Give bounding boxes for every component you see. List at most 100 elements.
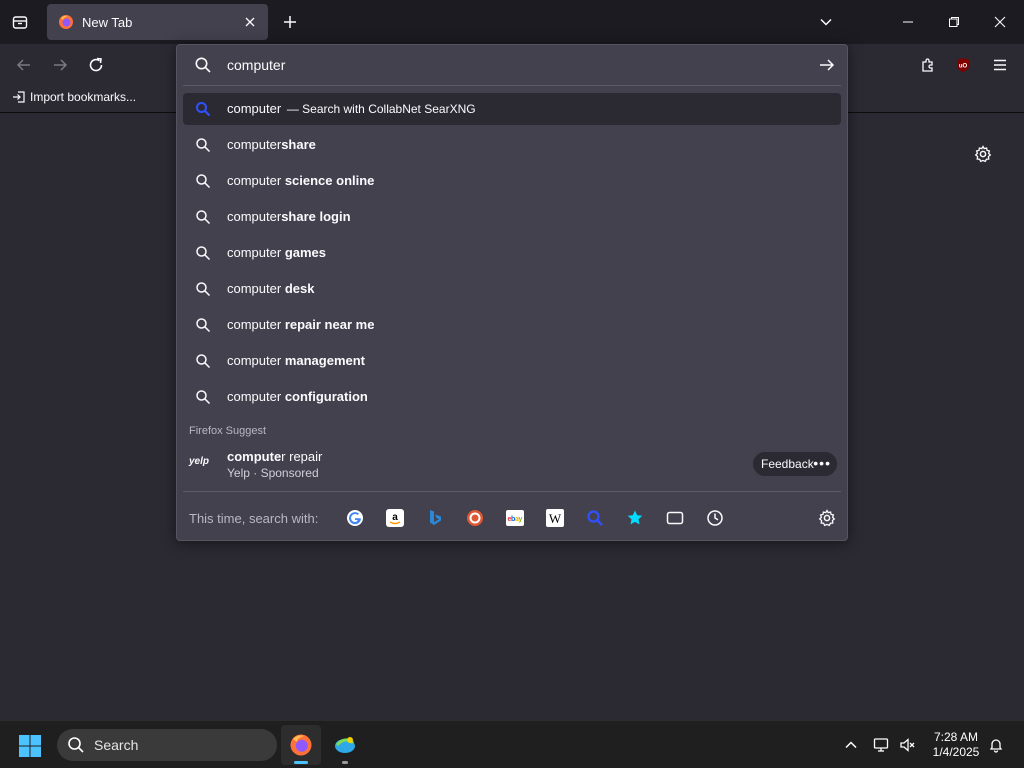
urlbar-input[interactable]: computer [227, 57, 285, 73]
svg-text:W: W [549, 511, 562, 526]
suggestion-row[interactable]: computer science online [183, 165, 841, 197]
search-icon [196, 354, 211, 369]
extensions-button[interactable] [915, 52, 941, 78]
suggestion-typed: computer [227, 353, 282, 368]
arrow-right-icon [54, 59, 68, 71]
suggestion-typed: computer [227, 209, 282, 224]
taskbar: Search 7:28 AM 1/4/2025 [0, 720, 1024, 768]
feedback-button[interactable]: Feedback ••• [753, 452, 837, 476]
suggestion-row[interactable]: computershare [183, 129, 841, 161]
taskbar-clock[interactable]: 7:28 AM 1/4/2025 [926, 730, 986, 760]
reload-button[interactable] [83, 52, 109, 78]
search-settings-button[interactable] [817, 508, 837, 528]
searxng-icon[interactable] [585, 508, 605, 528]
urlbar-popup: computer computer — Search with CollabNe… [176, 44, 848, 541]
suggestion-text: computer management [227, 353, 365, 368]
arrow-right-icon [820, 59, 835, 71]
search-icon [196, 210, 211, 225]
google-icon[interactable] [345, 508, 365, 528]
list-all-tabs-button[interactable] [814, 10, 838, 34]
plus-icon [284, 16, 296, 28]
suggestion-row[interactable]: computer games [183, 237, 841, 269]
suggestion-text: computer games [227, 245, 326, 260]
tab-new-tab[interactable]: New Tab [47, 4, 268, 40]
close-tab-icon[interactable] [240, 12, 260, 32]
chevron-up-icon[interactable] [841, 735, 861, 755]
tabs-icon[interactable] [665, 508, 685, 528]
sponsored-subtitle: Yelp · Sponsored [227, 466, 319, 480]
app-menu-button[interactable] [987, 52, 1013, 78]
taskbar-network-app[interactable] [325, 725, 365, 765]
suggestion-typed: computer [227, 137, 282, 152]
clock-date: 1/4/2025 [932, 745, 980, 759]
forward-button[interactable] [47, 52, 73, 78]
suggestion-row[interactable]: computer configuration [183, 381, 841, 413]
back-button[interactable] [11, 52, 37, 78]
notification-bell-icon[interactable] [986, 735, 1006, 755]
taskbar-search-box[interactable]: Search [57, 729, 277, 761]
hamburger-menu-icon [994, 59, 1006, 71]
amazon-icon[interactable]: a [385, 508, 405, 528]
volume-muted-icon[interactable] [898, 735, 918, 755]
newtab-settings-button[interactable] [972, 143, 994, 165]
heuristic-result[interactable]: computer — Search with CollabNet SearXNG [183, 93, 841, 125]
ublock-origin-button[interactable]: uO [950, 52, 976, 78]
close-icon [994, 16, 1006, 28]
arrow-left-icon [16, 59, 30, 71]
go-button[interactable] [817, 55, 837, 75]
chevron-down-icon [820, 18, 832, 26]
import-icon [13, 91, 25, 103]
suggestion-row[interactable]: computer desk [183, 273, 841, 305]
suggestion-row[interactable]: computer repair near me [183, 309, 841, 341]
search-icon [196, 174, 211, 189]
suggestion-completion: share [281, 137, 316, 152]
feedback-label: Feedback [761, 457, 814, 471]
ebay-icon[interactable]: ebay [505, 508, 525, 528]
firefox-icon [59, 15, 73, 29]
search-icon [68, 737, 84, 753]
search-icon [196, 282, 211, 297]
puzzle-icon [922, 58, 933, 72]
windows-start-icon[interactable] [18, 734, 42, 758]
suggestion-typed: computer [227, 281, 282, 296]
more-options-icon[interactable]: ••• [813, 455, 831, 471]
heuristic-query: computer [227, 101, 282, 116]
minimize-button[interactable] [894, 8, 922, 36]
sponsored-result[interactable]: yelp computer repair Yelp · Sponsored Fe… [183, 443, 841, 485]
network-icon[interactable] [872, 735, 892, 755]
search-icon [196, 246, 211, 261]
reload-icon [89, 57, 103, 72]
search-icon [196, 138, 211, 153]
sponsored-title-bold: compute [227, 449, 282, 464]
tab-strip: New Tab [0, 0, 1024, 44]
firefox-icon [290, 734, 312, 756]
firefox-view-button[interactable] [6, 8, 34, 36]
suggestion-completion: science online [281, 173, 375, 188]
suggestion-typed: computer [227, 317, 282, 332]
suggestion-completion: desk [281, 281, 315, 296]
bing-icon[interactable] [425, 508, 445, 528]
restore-button[interactable] [940, 8, 968, 36]
suggestion-text: computer desk [227, 281, 314, 296]
suggestion-typed: computer [227, 173, 282, 188]
active-app-indicator [294, 761, 308, 764]
duckduckgo-icon[interactable] [465, 508, 485, 528]
suggestion-row[interactable]: computer management [183, 345, 841, 377]
taskbar-firefox[interactable] [281, 725, 321, 765]
minimize-icon [903, 21, 913, 23]
gear-icon [818, 509, 836, 527]
firefox-suggest-label: Firefox Suggest [189, 425, 267, 437]
bookmarks-icon[interactable] [625, 508, 645, 528]
heuristic-action: — Search with CollabNet SearXNG [286, 102, 476, 116]
import-bookmarks-button[interactable]: Import bookmarks... [12, 90, 136, 104]
suggestion-completion: configuration [281, 389, 368, 404]
new-tab-button[interactable] [278, 10, 302, 34]
wikipedia-icon[interactable]: W [545, 508, 565, 528]
close-window-button[interactable] [986, 8, 1014, 36]
suggestion-text: computershare login [227, 209, 351, 224]
history-icon[interactable] [705, 508, 725, 528]
suggestion-row[interactable]: computershare login [183, 201, 841, 233]
divider [183, 491, 841, 492]
clock-time: 7:28 AM [933, 730, 979, 744]
search-icon [196, 390, 211, 405]
